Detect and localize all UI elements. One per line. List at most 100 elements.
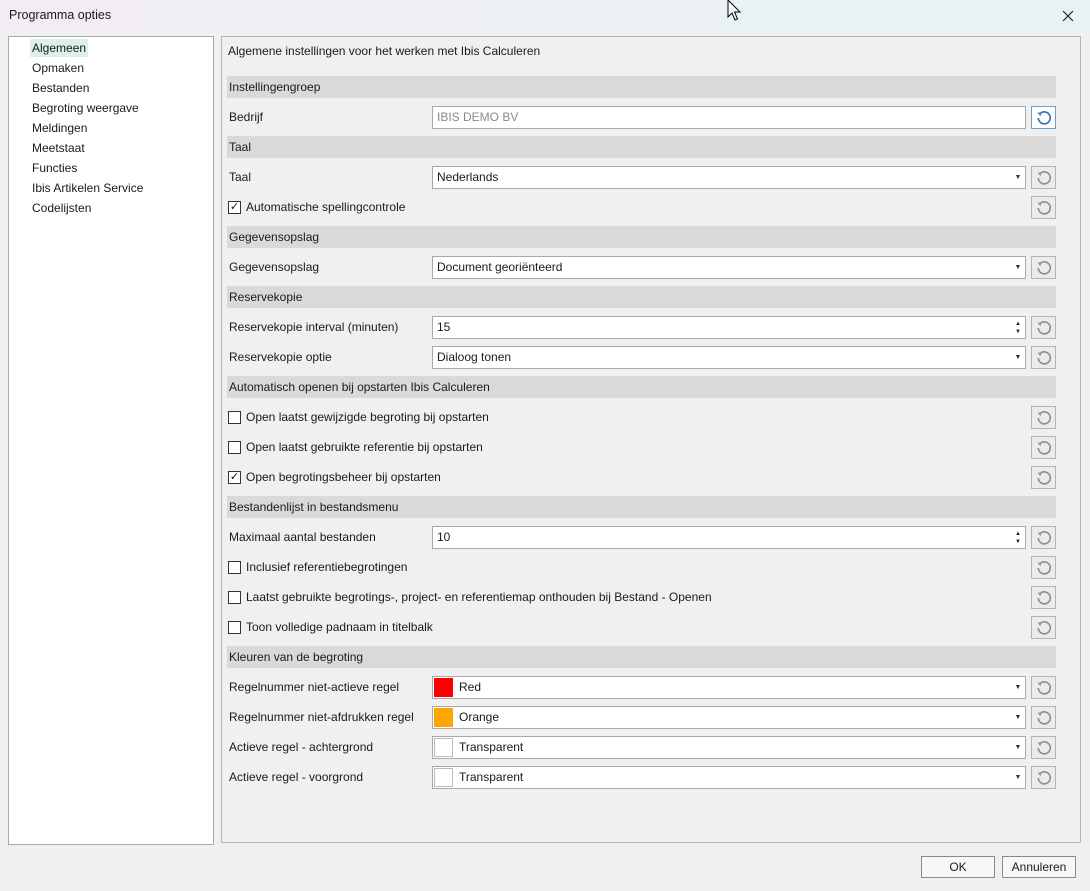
- chevron-down-icon[interactable]: ▼: [1011, 257, 1025, 278]
- spelling-reset-button[interactable]: [1031, 196, 1056, 219]
- chevron-down-icon[interactable]: ▼: [1011, 167, 1025, 188]
- chevron-down-icon[interactable]: ▼: [1011, 347, 1025, 368]
- chevron-down-icon[interactable]: ▼: [1011, 677, 1025, 698]
- volledige-pad-label: Toon volledige padnaam in titelbalk: [246, 620, 433, 634]
- gegevensopslag-dropdown[interactable]: Document georiënteerd ▼: [432, 256, 1026, 279]
- interval-value: 15: [437, 320, 451, 334]
- reset-icon: [1037, 470, 1051, 485]
- kleur-voorgrond-reset-button[interactable]: [1031, 766, 1056, 789]
- mouse-cursor-icon: [727, 0, 742, 21]
- inclusief-ref-label: Inclusief referentiebegrotingen: [246, 560, 408, 574]
- window-title: Programma opties: [9, 8, 112, 22]
- sidebar-item-opmaken[interactable]: Opmaken: [30, 59, 86, 77]
- sidebar-item-bestanden[interactable]: Bestanden: [30, 79, 91, 97]
- taal-reset-button[interactable]: [1031, 166, 1056, 189]
- group-header-kleuren: Kleuren van de begroting: [227, 646, 1056, 668]
- group-header-taal: Taal: [227, 136, 1056, 158]
- color-swatch: [434, 738, 453, 757]
- gegevensopslag-label: Gegevensopslag: [229, 260, 320, 274]
- max-bestanden-reset-button[interactable]: [1031, 526, 1056, 549]
- laatst-map-label: Laatst gebruikte begrotings-, project- e…: [246, 590, 712, 604]
- group-header-autoopen: Automatisch openen bij opstarten Ibis Ca…: [227, 376, 1056, 398]
- laatst-map-checkbox[interactable]: [228, 591, 241, 604]
- group-header-reservekopie: Reservekopie: [227, 286, 1056, 308]
- title-bar: Programma opties: [0, 0, 1090, 32]
- kleur-voorgrond-dropdown[interactable]: Transparent ▼: [432, 766, 1026, 789]
- group-header-gegevensopslag: Gegevensopslag: [227, 226, 1056, 248]
- sidebar-item-ibis-artikelen-service[interactable]: Ibis Artikelen Service: [30, 179, 145, 197]
- taal-dropdown[interactable]: Nederlands ▼: [432, 166, 1026, 189]
- kleur-voorgrond-value: Transparent: [459, 770, 524, 784]
- spin-up-icon[interactable]: ▲: [1015, 320, 1021, 328]
- optie-dropdown[interactable]: Dialoog tonen ▼: [432, 346, 1026, 369]
- reset-icon: [1037, 320, 1051, 335]
- reset-icon: [1037, 560, 1051, 575]
- kleur-nietafdrukken-value: Orange: [459, 710, 500, 724]
- spin-down-icon[interactable]: ▼: [1015, 328, 1021, 336]
- kleur-nietactief-dropdown[interactable]: Red ▼: [432, 676, 1026, 699]
- interval-stepper[interactable]: 15 ▲ ▼: [432, 316, 1026, 339]
- laatst-map-reset-button[interactable]: [1031, 586, 1056, 609]
- close-icon: [1062, 10, 1074, 22]
- kleur-achtergrond-value: Transparent: [459, 740, 524, 754]
- sidebar-item-codelijsten[interactable]: Codelijsten: [30, 199, 93, 217]
- kleur-nietactief-value: Red: [459, 680, 482, 694]
- open-begroting-reset-button[interactable]: [1031, 406, 1056, 429]
- bedrijf-field[interactable]: IBIS DEMO BV: [432, 106, 1026, 129]
- open-referentie-label: Open laatst gebruikte referentie bij ops…: [246, 440, 483, 454]
- reset-icon: [1037, 260, 1051, 275]
- color-swatch: [434, 768, 453, 787]
- close-button[interactable]: [1046, 0, 1090, 32]
- open-referentie-checkbox[interactable]: [228, 441, 241, 454]
- reset-icon: [1037, 710, 1051, 725]
- spin-buttons[interactable]: ▲ ▼: [1011, 527, 1025, 548]
- spin-buttons[interactable]: ▲ ▼: [1011, 317, 1025, 338]
- kleur-achtergrond-reset-button[interactable]: [1031, 736, 1056, 759]
- open-begroting-checkbox[interactable]: [228, 411, 241, 424]
- bedrijf-label: Bedrijf: [229, 110, 264, 124]
- open-beheer-label: Open begrotingsbeheer bij opstarten: [246, 470, 441, 484]
- optie-reset-button[interactable]: [1031, 346, 1056, 369]
- cancel-button[interactable]: Annuleren: [1002, 856, 1076, 878]
- max-bestanden-label: Maximaal aantal bestanden: [229, 530, 376, 544]
- group-header-bestandenlijst: Bestandenlijst in bestandsmenu: [227, 496, 1056, 518]
- spin-down-icon[interactable]: ▼: [1015, 538, 1021, 546]
- chevron-down-icon[interactable]: ▼: [1011, 767, 1025, 788]
- kleur-nietafdrukken-reset-button[interactable]: [1031, 706, 1056, 729]
- taal-value: Nederlands: [437, 170, 499, 184]
- sidebar: [8, 36, 214, 845]
- inclusief-ref-reset-button[interactable]: [1031, 556, 1056, 579]
- volledige-pad-checkbox[interactable]: [228, 621, 241, 634]
- chevron-down-icon[interactable]: ▼: [1011, 737, 1025, 758]
- sidebar-item-meetstaat[interactable]: Meetstaat: [30, 139, 87, 157]
- ok-button[interactable]: OK: [921, 856, 995, 878]
- inclusief-ref-checkbox[interactable]: [228, 561, 241, 574]
- kleur-achtergrond-dropdown[interactable]: Transparent ▼: [432, 736, 1026, 759]
- kleur-nietafdrukken-dropdown[interactable]: Orange ▼: [432, 706, 1026, 729]
- interval-reset-button[interactable]: [1031, 316, 1056, 339]
- gegevensopslag-value: Document georiënteerd: [437, 260, 563, 274]
- spelling-checkbox[interactable]: ✓: [228, 201, 241, 214]
- sidebar-item-algemeen[interactable]: Algemeen: [30, 39, 89, 57]
- page-title: Algemene instellingen voor het werken me…: [228, 44, 541, 58]
- open-begroting-label: Open laatst gewijzigde begroting bij ops…: [246, 410, 489, 424]
- bedrijf-reset-button[interactable]: [1031, 106, 1056, 129]
- reset-icon: [1037, 440, 1051, 455]
- interval-label: Reservekopie interval (minuten): [229, 320, 399, 334]
- gegevensopslag-reset-button[interactable]: [1031, 256, 1056, 279]
- kleur-nietactief-reset-button[interactable]: [1031, 676, 1056, 699]
- max-bestanden-stepper[interactable]: 10 ▲ ▼: [432, 526, 1026, 549]
- open-beheer-reset-button[interactable]: [1031, 466, 1056, 489]
- sidebar-item-functies[interactable]: Functies: [30, 159, 79, 177]
- spin-up-icon[interactable]: ▲: [1015, 530, 1021, 538]
- chevron-down-icon[interactable]: ▼: [1011, 707, 1025, 728]
- sidebar-item-meldingen[interactable]: Meldingen: [30, 119, 89, 137]
- open-referentie-reset-button[interactable]: [1031, 436, 1056, 459]
- volledige-pad-reset-button[interactable]: [1031, 616, 1056, 639]
- taal-label: Taal: [229, 170, 252, 184]
- open-beheer-checkbox[interactable]: ✓: [228, 471, 241, 484]
- reset-icon: [1037, 170, 1051, 185]
- reset-icon: [1037, 620, 1051, 635]
- max-bestanden-value: 10: [437, 530, 451, 544]
- sidebar-item-begroting-weergave[interactable]: Begroting weergave: [30, 99, 141, 117]
